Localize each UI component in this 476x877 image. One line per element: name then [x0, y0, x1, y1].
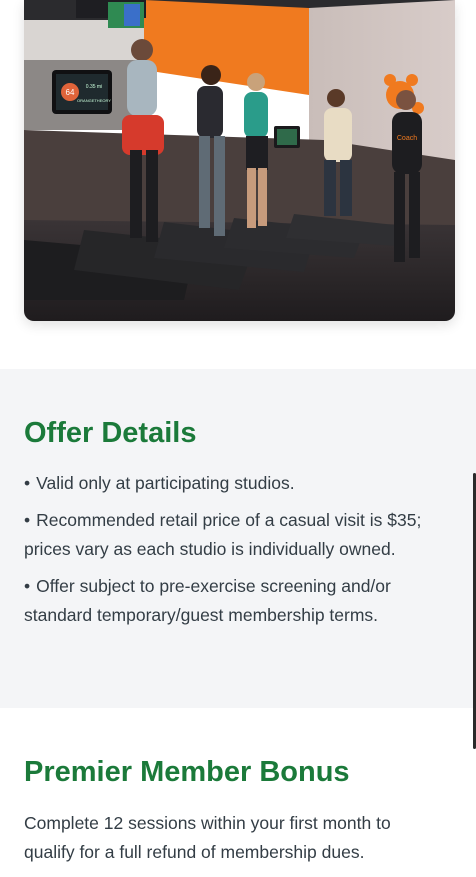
gym-treadmill-photo: 64 0.35 mi ORANGETHEORY Coach [24, 0, 455, 321]
hero-image: 64 0.35 mi ORANGETHEORY Coach [24, 0, 455, 321]
bullet-icon: • [24, 473, 31, 493]
offer-item-text: Recommended retail price of a casual vis… [24, 510, 422, 559]
offer-details-title: Offer Details [24, 417, 197, 449]
screen-brand: ORANGETHEORY [77, 98, 111, 103]
treadmill-screen-text: 0.35 mi [86, 84, 102, 90]
offer-details-list: • Valid only at participating studios. • R… [24, 469, 444, 638]
list-item: • Offer subject to pre-exercise screening… [24, 572, 444, 630]
coach-shirt-text: Coach [397, 135, 417, 142]
offer-details-section: Offer Details • Valid only at participati… [0, 369, 476, 708]
dial-value: 64 [66, 88, 75, 97]
offer-item-text: Valid only at participating studios. [36, 473, 295, 493]
bullet-icon: • [24, 576, 31, 596]
premier-bonus-text: Complete 12 sessions within your first m… [24, 813, 391, 862]
offer-item-text: Offer subject to pre-exercise screening … [24, 576, 391, 625]
page: 64 0.35 mi ORANGETHEORY Coach Offer Deta… [0, 0, 476, 877]
premier-bonus-title: Premier Member Bonus [24, 756, 350, 788]
list-item: • Recommended retail price of a casual vi… [24, 506, 444, 564]
list-item: • Valid only at participating studios. [24, 469, 444, 498]
bullet-icon: • [24, 510, 31, 530]
